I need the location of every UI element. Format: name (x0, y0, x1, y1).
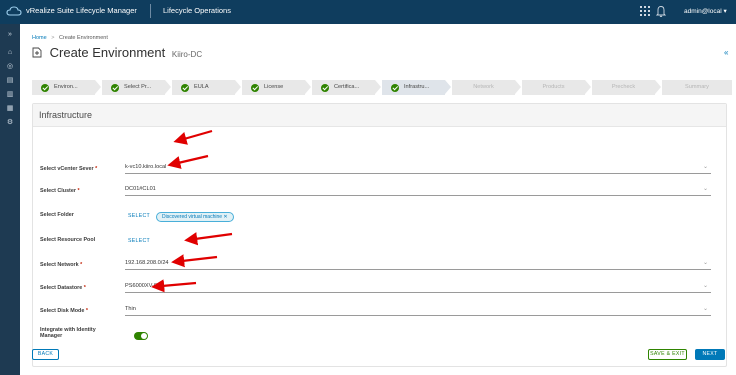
identity-manager-toggle[interactable] (134, 332, 148, 340)
step-complete-check-icon (181, 83, 189, 92)
step-label: Summary (685, 84, 709, 90)
step-label: Products (542, 84, 565, 90)
cluster-value: DC01#CL01 (125, 186, 156, 192)
wizard-steps: Environ... Select Pr... EULA License Cer… (32, 80, 732, 95)
datastore-value: PS6000XV-01 (125, 283, 161, 289)
step-label: EULA (194, 84, 209, 90)
vcenter-label: Select vCenter Sever * (40, 166, 98, 172)
resource-pool-label: Select Resource Pool (40, 237, 96, 243)
step-environment[interactable]: Environ... (32, 80, 102, 95)
step-complete-check-icon (251, 83, 259, 92)
top-header-bar: vRealize Suite Lifecycle Manager Lifecyc… (0, 0, 736, 24)
header-divider (150, 4, 151, 18)
chevron-down-icon: ⌄ (702, 186, 708, 192)
step-license[interactable]: License (242, 80, 312, 95)
lifecycle-icon[interactable]: ◎ (5, 62, 15, 71)
datastore-label: Select Datastore * (40, 285, 86, 291)
user-menu[interactable]: admin@local ▾ (684, 7, 727, 15)
vcenter-select[interactable]: k-vc10.kiiro.local ⌄ (125, 162, 711, 174)
notifications-bell-icon[interactable] (656, 5, 666, 17)
step-summary[interactable]: Summary (662, 80, 732, 95)
folder-chip[interactable]: Discovered virtual machine ✕ (156, 212, 234, 222)
environments-icon[interactable]: ▤ (5, 76, 15, 85)
step-label: License (264, 84, 284, 90)
datacenters-icon[interactable]: ▥ (5, 90, 15, 99)
disk-mode-select[interactable]: Thin ⌄ (125, 304, 711, 316)
card-title: Infrastructure (39, 110, 93, 120)
step-label: Certifica... (334, 84, 360, 90)
cluster-select[interactable]: DC01#CL01 ⌄ (125, 184, 711, 196)
app-title[interactable]: vRealize Suite Lifecycle Manager (26, 6, 137, 15)
page-title: Create Environment Kiiro-DC (32, 45, 202, 60)
section-title[interactable]: Lifecycle Operations (163, 6, 231, 15)
network-value: 192.168.208.0/24 (125, 260, 169, 266)
breadcrumb-home-link[interactable]: Home (32, 35, 47, 41)
disk-mode-value: Thin (125, 306, 136, 312)
folder-label: Select Folder (40, 212, 74, 218)
infrastructure-card: Infrastructure Select vCenter Sever * k-… (32, 103, 727, 367)
step-precheck[interactable]: Precheck (592, 80, 662, 95)
chevron-down-icon: ⌄ (702, 260, 708, 266)
step-label: Network (473, 84, 494, 90)
step-certificate[interactable]: Certifica... (312, 80, 382, 95)
requests-icon[interactable]: ▦ (5, 104, 15, 113)
step-complete-check-icon (391, 83, 399, 92)
create-environment-icon (32, 47, 42, 58)
breadcrumb-current: Create Environment (58, 35, 108, 41)
step-complete-check-icon (41, 83, 49, 92)
step-complete-check-icon (111, 83, 119, 92)
disk-mode-label: Select Disk Mode * (40, 308, 88, 314)
step-label: Environ... (54, 84, 78, 90)
toggle-knob (141, 333, 147, 339)
network-select[interactable]: 192.168.208.0/24 ⌄ (125, 258, 711, 270)
step-eula[interactable]: EULA (172, 80, 242, 95)
step-infrastructure[interactable]: Infrastru... (382, 80, 452, 95)
select-resource-pool-link[interactable]: SELECT (128, 238, 150, 244)
page-title-text: Create Environment (49, 45, 166, 60)
datastore-select[interactable]: PS6000XV-01 ⌄ (125, 281, 711, 293)
chevron-down-icon: ⌄ (702, 164, 708, 170)
vrealize-cloud-logo-icon (6, 6, 22, 16)
expand-sidebar-icon[interactable]: » (5, 30, 15, 39)
step-products[interactable]: Products (522, 80, 592, 95)
back-button[interactable]: BACK (32, 349, 59, 360)
step-label: Select Pr... (124, 84, 152, 90)
step-label: Infrastru... (404, 84, 430, 90)
breadcrumb: Home > Create Environment (32, 35, 108, 41)
step-network[interactable]: Network (452, 80, 522, 95)
environment-name: Kiiro-DC (171, 50, 203, 59)
next-button[interactable]: NEXT (695, 349, 725, 360)
home-icon[interactable]: ⌂ (5, 48, 15, 57)
settings-icon[interactable]: ⚙ (5, 118, 15, 127)
main-content: Home > Create Environment Create Environ… (20, 24, 736, 375)
collapse-header-icon[interactable]: « (724, 48, 728, 57)
identity-manager-label: Integrate with Identity Manager (40, 327, 96, 339)
vcenter-value: k-vc10.kiiro.local (125, 164, 167, 170)
chevron-down-icon: ⌄ (702, 283, 708, 289)
save-and-exit-button[interactable]: SAVE & EXIT (648, 349, 687, 360)
chevron-down-icon: ⌄ (702, 306, 708, 312)
cluster-label: Select Cluster * (40, 188, 80, 194)
breadcrumb-separator: > (51, 35, 55, 41)
step-select-products[interactable]: Select Pr... (102, 80, 172, 95)
step-label: Precheck (611, 84, 636, 90)
app-grid-icon[interactable] (640, 6, 650, 16)
left-sidebar: » ⌂ ◎ ▤ ▥ ▦ ⚙ (0, 24, 20, 375)
select-folder-link[interactable]: SELECT (128, 213, 150, 219)
network-label: Select Network * (40, 262, 83, 268)
step-complete-check-icon (321, 83, 329, 92)
card-header: Infrastructure (33, 104, 726, 127)
